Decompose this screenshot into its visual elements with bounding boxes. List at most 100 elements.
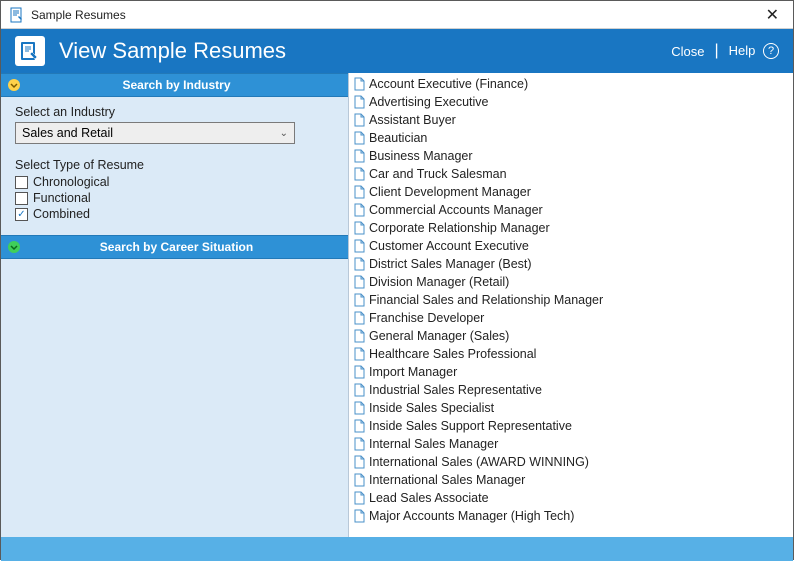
document-icon	[353, 131, 366, 145]
document-icon	[353, 419, 366, 433]
list-item[interactable]: Industrial Sales Representative	[351, 381, 793, 399]
help-link[interactable]: Help ?	[729, 43, 779, 60]
list-item[interactable]: District Sales Manager (Best)	[351, 255, 793, 273]
help-icon: ?	[763, 43, 779, 59]
list-item[interactable]: Corporate Relationship Manager	[351, 219, 793, 237]
industry-label: Select an Industry	[15, 105, 334, 119]
document-icon	[353, 293, 366, 307]
results-list[interactable]: Account Executive (Finance) Advertising E…	[349, 73, 793, 537]
list-item-label: International Sales (AWARD WINNING)	[369, 455, 589, 469]
list-item-label: Lead Sales Associate	[369, 491, 489, 505]
list-item[interactable]: Franchise Developer	[351, 309, 793, 327]
list-item[interactable]: Healthcare Sales Professional	[351, 345, 793, 363]
header: View Sample Resumes Close | Help ?	[1, 29, 793, 73]
list-item-label: Beautician	[369, 131, 427, 145]
list-item-label: Car and Truck Salesman	[369, 167, 507, 181]
document-icon	[353, 329, 366, 343]
list-item-label: Corporate Relationship Manager	[369, 221, 550, 235]
checkbox-row[interactable]: ✓ Combined	[15, 207, 334, 221]
list-item[interactable]: Beautician	[351, 129, 793, 147]
list-item-label: Major Accounts Manager (High Tech)	[369, 509, 574, 523]
list-item[interactable]: Business Manager	[351, 147, 793, 165]
list-item-label: Industrial Sales Representative	[369, 383, 542, 397]
document-icon	[353, 491, 366, 505]
document-icon	[353, 185, 366, 199]
document-icon	[353, 113, 366, 127]
checkbox-row[interactable]: Functional	[15, 191, 334, 205]
list-item-label: District Sales Manager (Best)	[369, 257, 532, 271]
list-item[interactable]: Major Accounts Manager (High Tech)	[351, 507, 793, 525]
list-item-label: Inside Sales Specialist	[369, 401, 494, 415]
document-icon	[353, 365, 366, 379]
list-item[interactable]: Financial Sales and Relationship Manager	[351, 291, 793, 309]
list-item[interactable]: International Sales (AWARD WINNING)	[351, 453, 793, 471]
list-item[interactable]: Inside Sales Specialist	[351, 399, 793, 417]
list-item-label: Assistant Buyer	[369, 113, 456, 127]
list-item[interactable]: Import Manager	[351, 363, 793, 381]
footer-bar	[1, 537, 793, 561]
sidebar: Search by Industry Select an Industry Sa…	[1, 73, 349, 537]
list-item-label: International Sales Manager	[369, 473, 525, 487]
help-label: Help	[729, 43, 756, 58]
checkbox-label: Functional	[33, 191, 91, 205]
checkbox[interactable]	[15, 192, 28, 205]
list-item[interactable]: Assistant Buyer	[351, 111, 793, 129]
document-icon	[353, 383, 366, 397]
list-item[interactable]: Advertising Executive	[351, 93, 793, 111]
checkbox-row[interactable]: Chronological	[15, 175, 334, 189]
accordion-body-industry: Select an Industry Sales and Retail ⌄ Se…	[1, 97, 348, 235]
list-item-label: Inside Sales Support Representative	[369, 419, 572, 433]
list-item[interactable]: Division Manager (Retail)	[351, 273, 793, 291]
industry-dropdown[interactable]: Sales and Retail ⌄	[15, 122, 295, 144]
list-item-label: Account Executive (Finance)	[369, 77, 528, 91]
window-title: Sample Resumes	[31, 8, 760, 22]
arrow-down-icon	[5, 76, 23, 94]
list-item-label: Advertising Executive	[369, 95, 489, 109]
accordion-label: Search by Career Situation	[23, 240, 348, 254]
list-item[interactable]: Account Executive (Finance)	[351, 75, 793, 93]
checkbox-label: Combined	[33, 207, 90, 221]
list-item[interactable]: Car and Truck Salesman	[351, 165, 793, 183]
accordion-search-by-industry[interactable]: Search by Industry	[1, 73, 348, 97]
list-item-label: General Manager (Sales)	[369, 329, 509, 343]
document-icon	[353, 311, 366, 325]
resume-type-label: Select Type of Resume	[15, 158, 334, 172]
list-item-label: Financial Sales and Relationship Manager	[369, 293, 603, 307]
document-icon	[353, 437, 366, 451]
list-item[interactable]: Customer Account Executive	[351, 237, 793, 255]
list-item-label: Internal Sales Manager	[369, 437, 498, 451]
window-close-button[interactable]: ✕	[760, 5, 785, 25]
list-item[interactable]: Commercial Accounts Manager	[351, 201, 793, 219]
document-icon	[353, 149, 366, 163]
document-icon	[353, 239, 366, 253]
list-item-label: Client Development Manager	[369, 185, 531, 199]
document-icon	[353, 203, 366, 217]
document-icon	[353, 95, 366, 109]
list-item[interactable]: Inside Sales Support Representative	[351, 417, 793, 435]
list-item[interactable]: International Sales Manager	[351, 471, 793, 489]
chevron-down-icon: ⌄	[280, 128, 288, 139]
separator: |	[714, 42, 718, 60]
close-link[interactable]: Close	[671, 44, 704, 59]
checkbox[interactable]: ✓	[15, 208, 28, 221]
titlebar: Sample Resumes ✕	[1, 1, 793, 29]
document-icon	[353, 167, 366, 181]
checkbox-label: Chronological	[33, 175, 109, 189]
checkbox[interactable]	[15, 176, 28, 189]
app-icon	[15, 36, 45, 66]
document-icon	[353, 455, 366, 469]
list-item[interactable]: Lead Sales Associate	[351, 489, 793, 507]
list-item-label: Division Manager (Retail)	[369, 275, 509, 289]
list-item-label: Business Manager	[369, 149, 473, 163]
document-icon	[353, 221, 366, 235]
list-item[interactable]: Client Development Manager	[351, 183, 793, 201]
list-item[interactable]: General Manager (Sales)	[351, 327, 793, 345]
results-pane: Account Executive (Finance) Advertising E…	[349, 73, 793, 537]
list-item-label: Import Manager	[369, 365, 457, 379]
accordion-search-by-career-situation[interactable]: Search by Career Situation	[1, 235, 348, 259]
arrow-down-icon	[5, 238, 23, 256]
list-item[interactable]: Internal Sales Manager	[351, 435, 793, 453]
list-item-label: Healthcare Sales Professional	[369, 347, 536, 361]
main-body: Search by Industry Select an Industry Sa…	[1, 73, 793, 537]
page-title: View Sample Resumes	[59, 38, 671, 64]
